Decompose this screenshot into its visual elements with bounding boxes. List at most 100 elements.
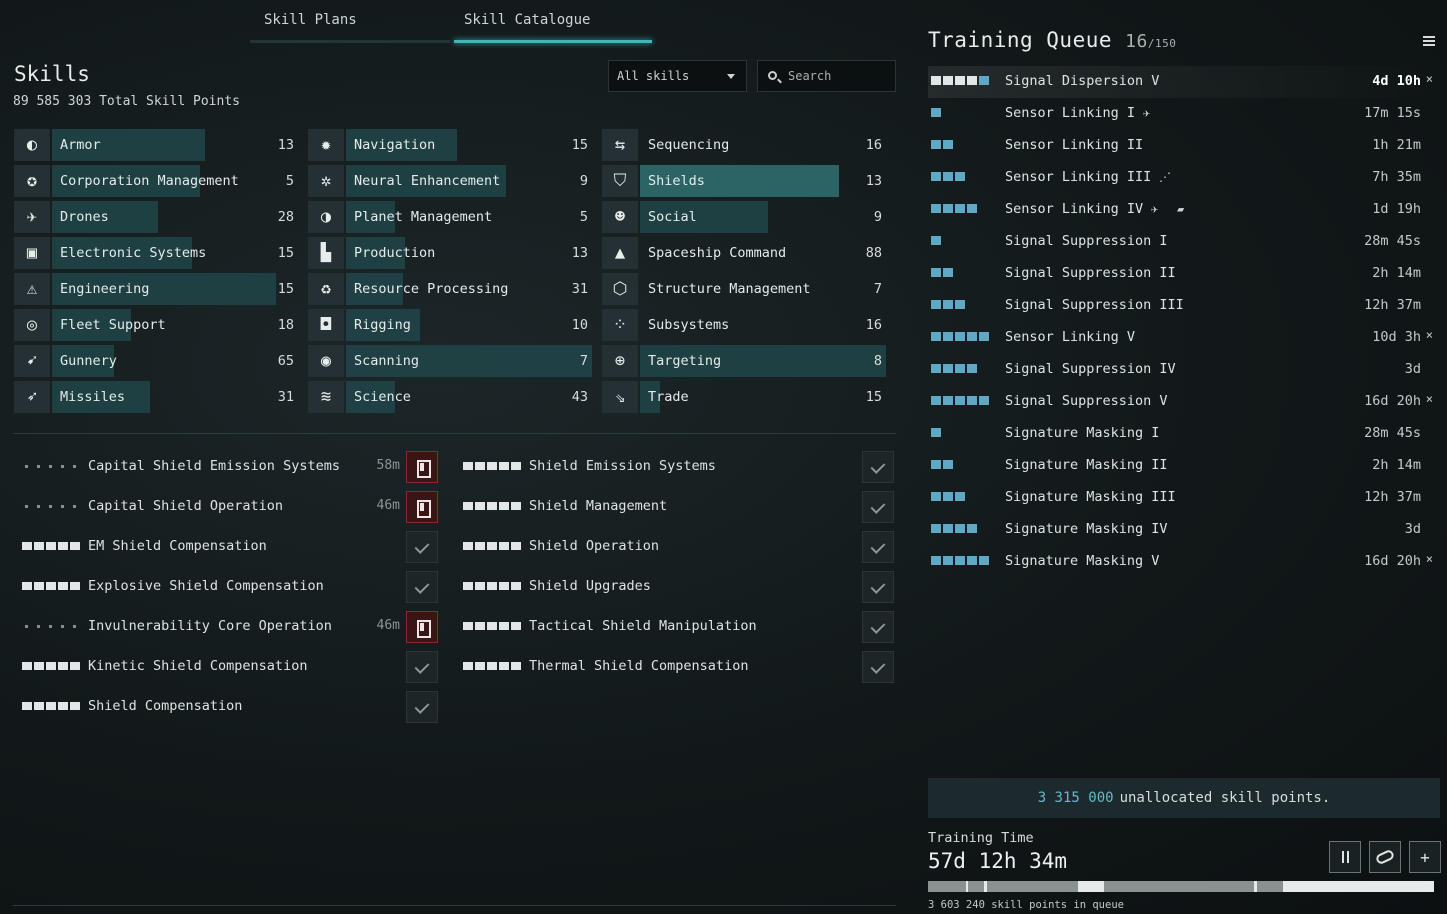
queue-level-pips: [931, 492, 965, 501]
remove-icon[interactable]: ×: [1426, 392, 1433, 406]
category-label: Trade: [648, 389, 689, 405]
pause-training-button[interactable]: [1329, 841, 1361, 873]
search-input[interactable]: Search: [757, 60, 896, 92]
category-label: Social: [648, 209, 697, 225]
skill-row[interactable]: Shield Compensation: [22, 691, 438, 723]
skill-name: EM Shield Compensation: [88, 538, 267, 554]
queue-item[interactable]: Signal Suppression II 2h 14m: [928, 258, 1438, 290]
ship-icon[interactable]: ✈: [1151, 202, 1167, 216]
search-icon: [768, 71, 777, 80]
skill-category-navigation[interactable]: ✹ Navigation 15: [308, 129, 588, 161]
skill-category-production[interactable]: ▙ Production 13: [308, 237, 588, 269]
skill-category-spaceship-command[interactable]: ▲ Spaceship Command 88: [602, 237, 882, 269]
skill-category-targeting[interactable]: ⊕ Targeting 8: [602, 345, 886, 377]
skill-category-resource-processing[interactable]: ♻ Resource Processing 31: [308, 273, 588, 305]
category-label: Armor: [60, 137, 101, 153]
skill-category-electronic-systems[interactable]: ▣ Electronic Systems 15: [14, 237, 294, 269]
unallocated-sp-value: 3 315 000: [1037, 790, 1114, 806]
queue-skill-time: 3d: [1404, 361, 1421, 377]
skill-row[interactable]: Shield Management: [463, 491, 894, 523]
link-queue-button[interactable]: [1369, 841, 1401, 873]
queue-item[interactable]: Signal Suppression IV 3d: [928, 354, 1438, 386]
add-skill-button[interactable]: +: [1409, 841, 1441, 873]
skill-row[interactable]: Capital Shield Operation 46m: [22, 491, 438, 523]
skill-row[interactable]: EM Shield Compensation: [22, 531, 438, 563]
queue-level-pips: [931, 460, 953, 469]
queue-item[interactable]: Signature Masking IV 3d: [928, 514, 1438, 546]
queue-item[interactable]: Sensor Linking II 1h 21m: [928, 130, 1438, 162]
queue-skill-name: Signal Suppression III: [1005, 297, 1184, 313]
inject-skillbook-button[interactable]: [406, 611, 438, 643]
skill-category-rigging[interactable]: ◘ Rigging 10: [308, 309, 588, 341]
skill-row[interactable]: Capital Shield Emission Systems 58m: [22, 451, 438, 483]
hamburger-menu-icon[interactable]: [1423, 36, 1435, 46]
electronics-icon: ▣: [14, 237, 50, 269]
queue-item[interactable]: Sensor Linking IV 1d 19h ✈ ▰: [928, 194, 1438, 226]
queue-skill-name: Signal Dispersion V: [1005, 73, 1160, 89]
queue-item[interactable]: Signature Masking III 12h 37m: [928, 482, 1438, 514]
category-count: 28: [277, 209, 294, 225]
skill-filter-select[interactable]: All skills: [608, 60, 747, 92]
targeting-icon: ⊕: [602, 345, 638, 377]
skill-category-social[interactable]: ☻ Social 9: [602, 201, 882, 233]
remove-icon[interactable]: ×: [1426, 552, 1433, 566]
skill-row[interactable]: Shield Emission Systems: [463, 451, 894, 483]
ships-icon[interactable]: ⋰: [1159, 170, 1175, 184]
skill-category-scanning[interactable]: ◉ Scanning 7: [308, 345, 592, 377]
tab-skill-catalogue[interactable]: Skill Catalogue: [464, 12, 590, 28]
queue-item[interactable]: Signature Masking I 28m 45s: [928, 418, 1438, 450]
skill-category-planet-management[interactable]: ◑ Planet Management 5: [308, 201, 588, 233]
skill-category-armor[interactable]: ◐ Armor 13: [14, 129, 294, 161]
queue-item[interactable]: Signal Suppression I 28m 45s: [928, 226, 1438, 258]
skill-row[interactable]: Thermal Shield Compensation: [463, 651, 894, 683]
category-count: 65: [277, 353, 294, 369]
skill-category-drones[interactable]: ✈ Drones 28: [14, 201, 294, 233]
queue-skill-time: 1h 21m: [1372, 137, 1421, 153]
remove-icon[interactable]: ×: [1426, 328, 1433, 342]
queue-item[interactable]: Signature Masking V 16d 20h ×: [928, 546, 1438, 578]
skill-category-engineering[interactable]: ⚠ Engineering 15: [14, 273, 294, 305]
skill-category-shields[interactable]: ⛉ Shields 13: [602, 165, 882, 197]
category-count: 13: [277, 137, 294, 153]
skill-level-pips: [22, 462, 80, 468]
skill-row[interactable]: Shield Operation: [463, 531, 894, 563]
inject-skillbook-button[interactable]: [406, 491, 438, 523]
ship-icon[interactable]: ✈: [1143, 106, 1159, 120]
queue-item[interactable]: Signature Masking II 2h 14m: [928, 450, 1438, 482]
inject-skillbook-button[interactable]: [406, 451, 438, 483]
skill-category-subsystems[interactable]: ⁘ Subsystems 16: [602, 309, 882, 341]
queue-item[interactable]: Sensor Linking III 7h 35m ⋰: [928, 162, 1438, 194]
remove-icon[interactable]: ×: [1426, 72, 1433, 86]
skill-category-structure-management[interactable]: ⬡ Structure Management 7: [602, 273, 882, 305]
skill-level-pips: [22, 502, 80, 508]
training-queue-title: Training Queue 16/150: [928, 28, 1176, 52]
skill-category-missiles[interactable]: ➶ Missiles 31: [14, 381, 294, 413]
queue-item[interactable]: Signal Dispersion V 4d 10h ×: [928, 66, 1438, 98]
skill-category-sequencing[interactable]: ⇆ Sequencing 16: [602, 129, 882, 161]
skill-row[interactable]: Invulnerability Core Operation 46m: [22, 611, 438, 643]
skill-category-corporation-management[interactable]: ✪ Corporation Management 5: [14, 165, 294, 197]
queue-item[interactable]: Signal Suppression V 16d 20h ×: [928, 386, 1438, 418]
skill-name: Capital Shield Emission Systems: [88, 458, 340, 474]
module-icon[interactable]: ▰: [1177, 202, 1193, 216]
skill-row[interactable]: Explosive Shield Compensation: [22, 571, 438, 603]
queue-skill-time: 17m 15s: [1364, 105, 1421, 121]
skill-row[interactable]: Kinetic Shield Compensation: [22, 651, 438, 683]
queue-item[interactable]: Signal Suppression III 12h 37m: [928, 290, 1438, 322]
tab-skill-plans[interactable]: Skill Plans: [264, 12, 357, 28]
queue-item[interactable]: Sensor Linking I 17m 15s ✈: [928, 98, 1438, 130]
skill-category-fleet-support[interactable]: ◎ Fleet Support 18: [14, 309, 294, 341]
skill-category-gunnery[interactable]: ➹ Gunnery 65: [14, 345, 294, 377]
skill-level-pips: [22, 622, 80, 628]
armor-icon: ◐: [14, 129, 50, 161]
queue-skill-name: Sensor Linking IV: [1005, 201, 1144, 217]
skill-name: Capital Shield Operation: [88, 498, 284, 514]
queue-item[interactable]: Sensor Linking V 10d 3h ×: [928, 322, 1438, 354]
skill-row[interactable]: Shield Upgrades: [463, 571, 894, 603]
skill-level-pips: [463, 582, 521, 590]
skill-row[interactable]: Tactical Shield Manipulation: [463, 611, 894, 643]
skill-category-science[interactable]: ≋ Science 43: [308, 381, 588, 413]
unallocated-sp-banner[interactable]: 3 315 000 unallocated skill points.: [928, 778, 1440, 818]
skill-category-neural-enhancement[interactable]: ✲ Neural Enhancement 9: [308, 165, 588, 197]
skill-category-trade[interactable]: ⇘ Trade 15: [602, 381, 882, 413]
